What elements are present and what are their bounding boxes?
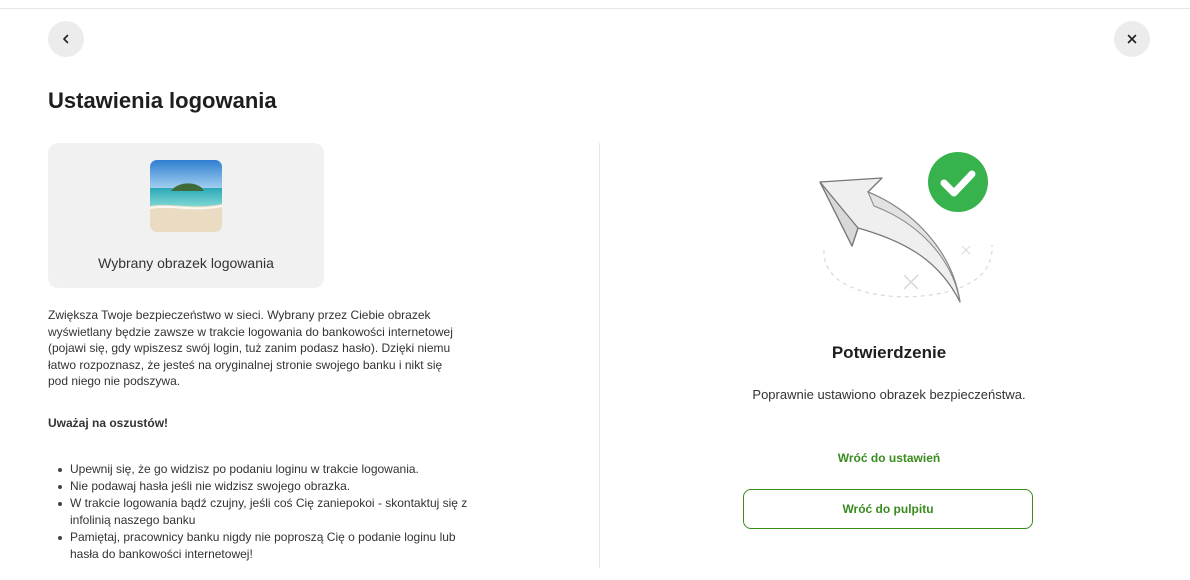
back-button[interactable] [48, 21, 84, 57]
list-item: W trakcie logowania bądź czujny, jeśli c… [58, 495, 480, 529]
back-to-settings-link[interactable]: Wróć do ustawień [743, 451, 1035, 465]
list-item: Nie podawaj hasła jeśli nie widzisz swoj… [58, 478, 480, 495]
column-divider [599, 143, 600, 568]
confirmation-message: Poprawnie ustawiono obrazek bezpieczeńst… [752, 387, 1026, 402]
close-icon [1127, 34, 1137, 44]
list-item: Upewnij się, że go widzisz po podaniu lo… [58, 461, 480, 478]
confirmation-title: Potwierdzenie [831, 343, 947, 362]
selected-image-card: Wybrany obrazek logowania [48, 143, 324, 288]
back-to-dashboard-button[interactable]: Wróć do pulpitu [743, 489, 1033, 529]
warning-title: Uważaj na oszustów! [48, 416, 169, 430]
list-item: Pamiętaj, pracownicy banku nigdy nie pop… [58, 529, 480, 563]
close-button[interactable] [1114, 21, 1150, 57]
description-text: Zwiększa Twoje bezpieczeństwo w sieci. W… [48, 308, 453, 388]
beach-island-picture [150, 160, 222, 232]
chevron-left-icon [63, 34, 69, 44]
page-title: Ustawienia logowania [48, 88, 277, 113]
image-caption: Wybrany obrazek logowania [98, 255, 274, 271]
top-border [0, 8, 1190, 9]
arrow-checkmark-illustration [819, 152, 993, 303]
tips-list: Upewnij się, że go widzisz po podaniu lo… [48, 461, 480, 563]
